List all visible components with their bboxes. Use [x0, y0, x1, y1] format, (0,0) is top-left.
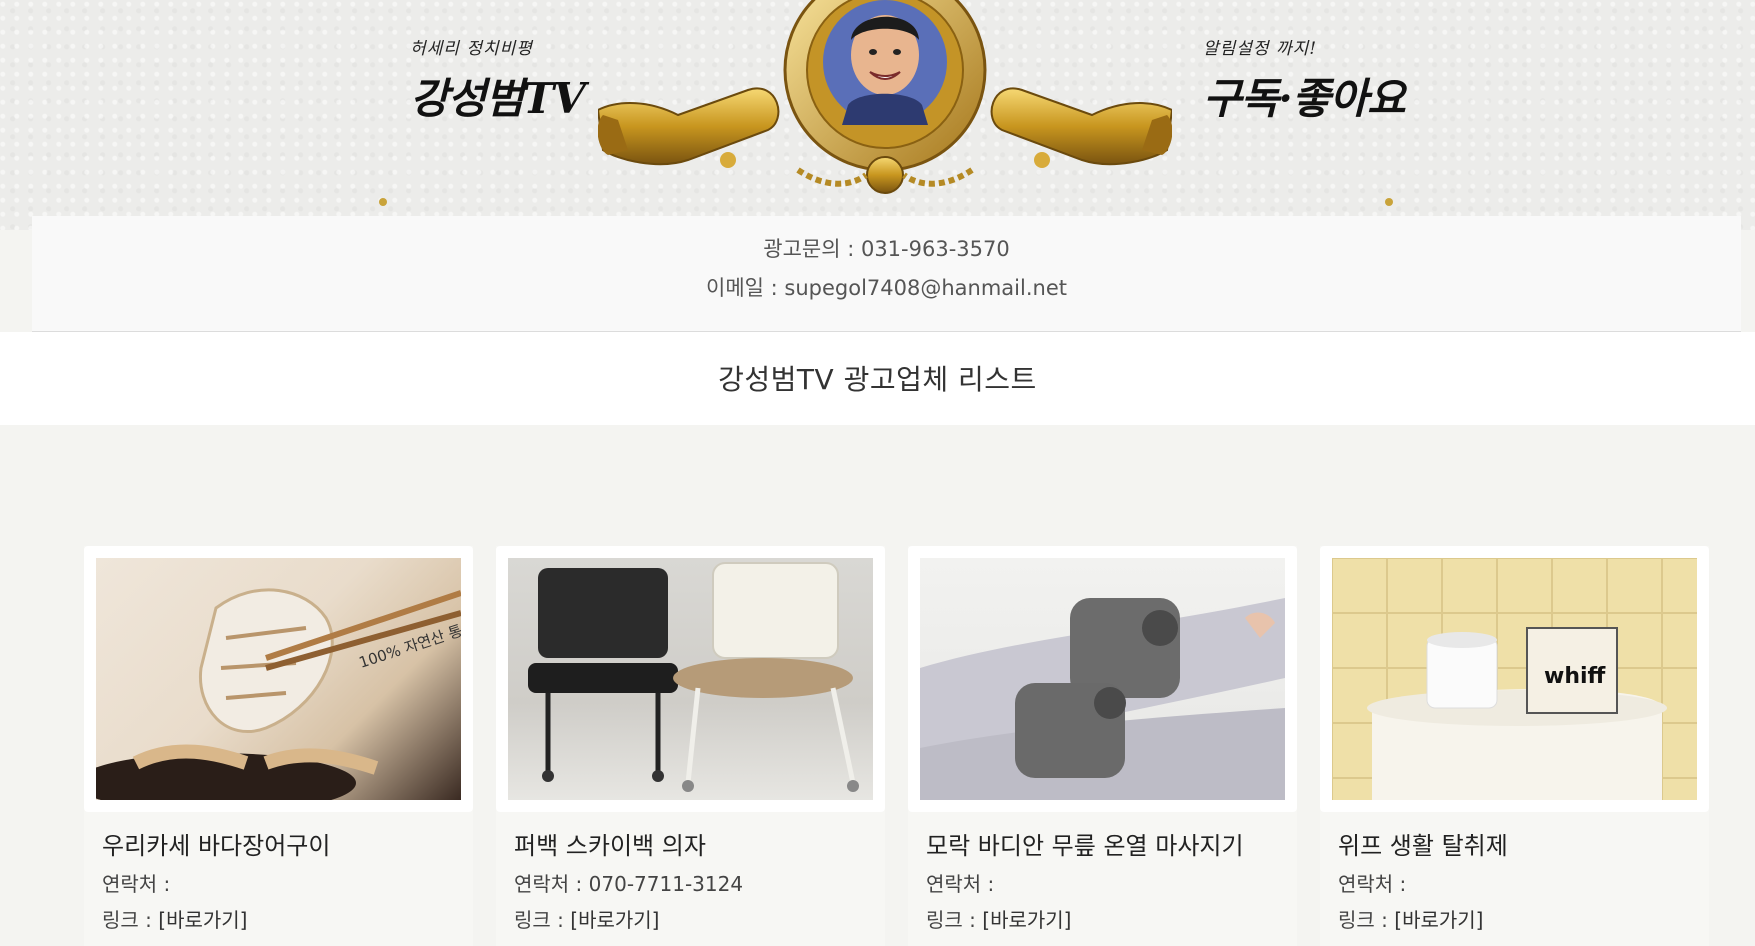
advertiser-card: 퍼백 스카이백 의자 연락처 : 070-7711-3124 링크 : [바로가… — [496, 546, 885, 946]
decor-dot — [1385, 198, 1393, 206]
advertiser-link-row: 링크 : [바로가기] — [926, 904, 1071, 933]
advertiser-link-row: 링크 : [바로가기] — [102, 904, 247, 933]
advertiser-contact: 연락처 : — [926, 872, 995, 896]
card-image-frame[interactable]: 100% 자연산 통영 바다장어 — [84, 546, 473, 812]
advertiser-contact: 연락처 : — [1338, 872, 1407, 896]
advertiser-link-row: 링크 : [바로가기] — [514, 904, 659, 933]
link-label: 링크 : — [926, 908, 983, 932]
decor-dot — [379, 198, 387, 206]
channel-logo-text: 강성범TV — [410, 74, 586, 123]
ad-inquiry-phone: 광고문의 : 031-963-3570 — [763, 237, 1010, 261]
banner-right-text: 알림설정 까지! 구독·좋아요 — [1203, 34, 1406, 126]
deodorizer-illustration: whiff — [1332, 558, 1697, 800]
knee-massager-illustration — [920, 598, 1285, 800]
banner-notice-text: 알림설정 까지! — [1203, 39, 1318, 59]
card-image-frame[interactable] — [908, 546, 1297, 812]
ad-inquiry-email: 이메일 : supegol7408@hanmail.net — [706, 276, 1067, 300]
link-label: 링크 : — [102, 908, 159, 932]
advertising-contact-box: 광고문의 : 031-963-3570 이메일 : supegol7408@ha… — [32, 216, 1741, 332]
advertiser-name: 위프 생활 탈취제 — [1338, 832, 1508, 860]
link-label: 링크 : — [514, 908, 571, 932]
advertiser-contact: 연락처 : 070-7711-3124 — [514, 872, 744, 896]
advertiser-link-row: 링크 : [바로가기] — [1338, 904, 1483, 933]
knee-massager-image — [920, 558, 1285, 800]
subscribe-like-text: 구독·좋아요 — [1203, 74, 1406, 123]
page-title: 강성범TV 광고업체 리스트 — [718, 363, 1037, 396]
chairs-illustration — [528, 562, 859, 792]
advertiser-list: 100% 자연산 통영 바다장어 우리카세 바다장어구이 연락처 : 링크 : … — [84, 546, 1724, 946]
advertiser-card: 100% 자연산 통영 바다장어 우리카세 바다장어구이 연락처 : 링크 : … — [84, 546, 473, 946]
advertiser-name: 퍼백 스카이백 의자 — [514, 832, 706, 860]
whiff-brand-text: whiff — [1544, 664, 1607, 689]
advertiser-contact: 연락처 : — [102, 872, 171, 896]
eel-illustration: 100% 자연산 통영 바다장어 — [96, 588, 461, 800]
shortcut-link[interactable]: [바로가기] — [570, 908, 659, 932]
advertiser-name: 우리카세 바다장어구이 — [102, 832, 331, 860]
banner-tagline: 허세리 정치비평 — [410, 39, 533, 59]
advertiser-card: whiff 위프 생활 탈취제 연락처 : 링크 : [바로가기] — [1320, 546, 1709, 946]
advertiser-card: 모락 바디안 무릎 온열 마사지기 연락처 : 링크 : [바로가기] — [908, 546, 1297, 946]
card-image-frame[interactable] — [496, 546, 885, 812]
banner-left-text: 허세리 정치비평 강성범TV — [410, 34, 586, 126]
shortcut-link[interactable]: [바로가기] — [1394, 908, 1483, 932]
link-label: 링크 : — [1338, 908, 1395, 932]
advertiser-name: 모락 바디안 무릎 온열 마사지기 — [926, 832, 1244, 860]
channel-banner: 허세리 정치비평 강성범TV 알림설정 까지! 구독·좋아요 — [0, 0, 1755, 230]
office-chairs-image — [508, 558, 873, 800]
title-strip: 강성범TV 광고업체 리스트 — [0, 332, 1755, 425]
grilled-eel-image: 100% 자연산 통영 바다장어 — [96, 558, 461, 800]
card-image-frame[interactable]: whiff — [1320, 546, 1709, 812]
deodorizer-image: whiff — [1332, 558, 1697, 800]
shortcut-link[interactable]: [바로가기] — [982, 908, 1071, 932]
gold-medal-emblem — [598, 0, 1172, 194]
shortcut-link[interactable]: [바로가기] — [158, 908, 247, 932]
